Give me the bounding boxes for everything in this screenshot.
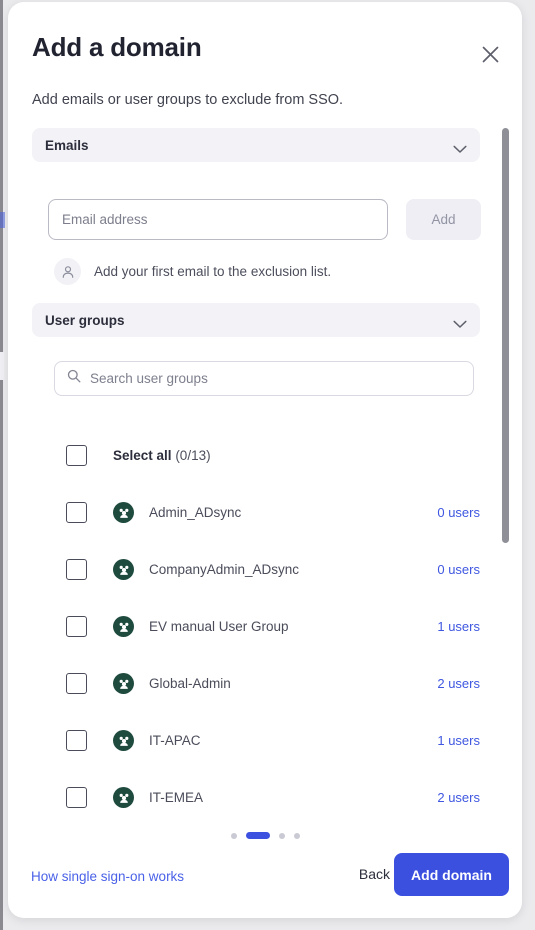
group-user-count[interactable]: 2 users [437, 790, 480, 805]
how-sso-works-link[interactable]: How single sign-on works [31, 869, 184, 884]
group-checkbox[interactable] [66, 616, 87, 637]
background-artifact-secondary [0, 352, 4, 380]
section-header-emails[interactable]: Emails [32, 128, 480, 162]
user-group-icon [113, 559, 134, 580]
pagination-dot-active[interactable] [245, 832, 270, 839]
group-user-count[interactable]: 1 users [437, 733, 480, 748]
group-checkbox[interactable] [66, 673, 87, 694]
chevron-down-icon [453, 141, 467, 153]
add-domain-modal: Add a domain Add emails or user groups t… [8, 2, 522, 918]
group-checkbox[interactable] [66, 787, 87, 808]
group-user-count[interactable]: 0 users [437, 562, 480, 577]
table-row[interactable]: Admin_ADsync 0 users [8, 484, 522, 541]
user-group-icon [113, 616, 134, 637]
select-all-row[interactable]: Select all (0/13) [8, 427, 522, 484]
search-icon [67, 369, 81, 388]
group-checkbox[interactable] [66, 730, 87, 751]
group-checkbox[interactable] [66, 502, 87, 523]
table-row[interactable]: IT-APAC 1 users [8, 712, 522, 769]
table-row[interactable]: CompanyAdmin_ADsync 0 users [8, 541, 522, 598]
group-name: IT-APAC [149, 733, 201, 748]
add-domain-button[interactable]: Add domain [394, 853, 509, 896]
select-all-checkbox[interactable] [66, 445, 87, 466]
select-all-text: Select all [113, 448, 172, 463]
group-rows-container: Admin_ADsync 0 users CompanyAdmin_ADsync 0 … [8, 484, 522, 826]
section-header-user-groups[interactable]: User groups [32, 303, 480, 337]
select-all-label: Select all (0/13) [113, 448, 211, 463]
page-background-edge [0, 0, 3, 930]
pagination-dot[interactable] [230, 832, 237, 839]
screen: Add a domain Add emails or user groups t… [0, 0, 535, 930]
user-group-icon [113, 502, 134, 523]
group-user-count[interactable]: 2 users [437, 676, 480, 691]
user-group-icon [113, 730, 134, 751]
section-label-user-groups: User groups [45, 312, 125, 328]
back-button[interactable]: Back [359, 866, 390, 882]
group-name: Global-Admin [149, 676, 231, 691]
email-input[interactable] [48, 199, 388, 240]
background-artifact [0, 212, 5, 228]
user-avatar-icon [54, 258, 81, 285]
close-icon[interactable] [476, 40, 504, 68]
section-label-emails: Emails [45, 137, 89, 153]
search-user-groups-box[interactable] [54, 361, 474, 396]
user-group-icon [113, 673, 134, 694]
select-all-count: (0/13) [175, 448, 211, 463]
pagination-dot[interactable] [293, 832, 300, 839]
group-name: IT-EMEA [149, 790, 204, 805]
pagination-dots [8, 832, 522, 839]
add-email-button[interactable]: Add [406, 199, 481, 240]
page-title: Add a domain [32, 32, 202, 62]
modal-footer: How single sign-on works Back Add domain [8, 844, 522, 918]
user-group-icon [113, 787, 134, 808]
pagination-dot[interactable] [278, 832, 285, 839]
group-user-count[interactable]: 1 users [437, 619, 480, 634]
search-input[interactable] [90, 371, 461, 386]
group-name: Admin_ADsync [149, 505, 242, 520]
user-groups-list: Select all (0/13) Admin_ADsync 0 users Com… [8, 427, 522, 826]
chevron-down-icon [453, 316, 467, 328]
group-name: CompanyAdmin_ADsync [149, 562, 300, 577]
modal-subtitle: Add emails or user groups to exclude fro… [32, 92, 344, 108]
group-checkbox[interactable] [66, 559, 87, 580]
emails-empty-text: Add your first email to the exclusion li… [94, 264, 332, 279]
table-row[interactable]: Global-Admin 2 users [8, 655, 522, 712]
group-user-count[interactable]: 0 users [437, 505, 480, 520]
scrollbar-thumb[interactable] [502, 128, 509, 543]
group-name: EV manual User Group [149, 619, 289, 634]
table-row[interactable]: EV manual User Group 1 users [8, 598, 522, 655]
table-row[interactable]: IT-EMEA 2 users [8, 769, 522, 826]
emails-empty-state: Add your first email to the exclusion li… [54, 258, 331, 285]
